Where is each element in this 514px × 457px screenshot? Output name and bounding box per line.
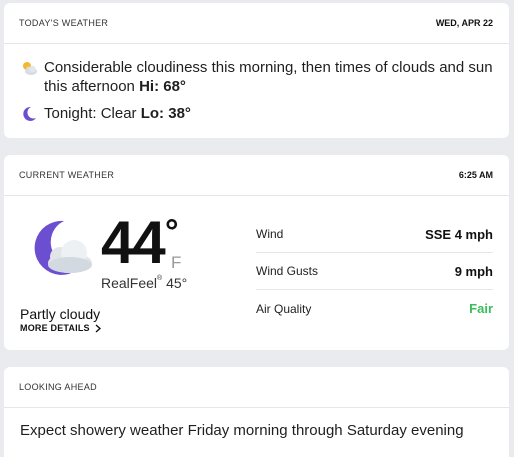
- todays-weather-card: TODAY'S WEATHER WED, APR 22 Considerable…: [4, 3, 509, 138]
- realfeel-trademark: ®: [157, 275, 163, 282]
- metric-wind: Wind SSE 4 mph: [256, 216, 493, 253]
- metric-value: SSE 4 mph: [425, 226, 493, 242]
- todays-weather-date: WED, APR 22: [435, 18, 493, 28]
- chevron-right-icon: [95, 323, 101, 333]
- todays-weather-header: TODAY'S WEATHER WED, APR 22: [4, 3, 509, 44]
- current-weather-title: CURRENT WEATHER: [19, 170, 115, 180]
- metric-label: Wind Gusts: [256, 264, 319, 278]
- metric-label: Air Quality: [256, 301, 312, 316]
- night-forecast: Tonight: Clear Lo: 38°: [20, 104, 191, 123]
- night-forecast-text: Tonight: Clear Lo: 38°: [44, 104, 191, 123]
- current-weather-card[interactable]: CURRENT WEATHER 6:25 AM 44 ° F RealFeel®…: [4, 155, 509, 350]
- night-low-temp: Lo: 38°: [140, 105, 191, 122]
- temperature-degree-symbol: °: [165, 213, 179, 251]
- night-forecast-description: Tonight: Clear: [44, 105, 137, 122]
- day-forecast: Considerable cloudiness this morning, th…: [20, 58, 500, 96]
- metric-air-quality: Air Quality Fair: [256, 290, 493, 327]
- looking-ahead-text: Expect showery weather Friday morning th…: [20, 422, 464, 439]
- realfeel-value: 45°: [166, 275, 188, 291]
- moon-with-cloud-icon: [34, 220, 92, 275]
- metric-label: Wind: [256, 227, 284, 241]
- weather-metrics: Wind SSE 4 mph Wind Gusts 9 mph Air Qual…: [256, 216, 493, 327]
- current-weather-header: CURRENT WEATHER 6:25 AM: [4, 155, 509, 196]
- partly-sunny-icon: [23, 62, 37, 75]
- todays-weather-title: TODAY'S WEATHER: [19, 18, 109, 28]
- air-quality-value: Fair: [469, 301, 493, 316]
- realfeel: RealFeel® 45°: [101, 275, 187, 291]
- looking-ahead-title: LOOKING AHEAD: [19, 382, 97, 392]
- crescent-moon-icon: [23, 106, 36, 121]
- realfeel-label: RealFeel: [101, 275, 158, 291]
- metric-value: 9 mph: [454, 263, 493, 279]
- current-weather-time: 6:25 AM: [458, 170, 493, 180]
- looking-ahead-header: LOOKING AHEAD: [4, 367, 509, 408]
- more-details-label: MORE DETAILS: [20, 323, 90, 333]
- day-high-temp: Hi: 68°: [139, 78, 186, 95]
- more-details-link[interactable]: MORE DETAILS: [20, 323, 101, 333]
- day-forecast-description: Considerable cloudiness this morning, th…: [44, 59, 493, 95]
- weather-condition: Partly cloudy: [20, 306, 101, 322]
- metric-wind-gusts: Wind Gusts 9 mph: [256, 253, 493, 290]
- temperature-unit: F: [171, 253, 182, 272]
- current-temperature: 44: [101, 209, 166, 276]
- day-forecast-text: Considerable cloudiness this morning, th…: [44, 58, 500, 96]
- looking-ahead-card[interactable]: LOOKING AHEAD Expect showery weather Fri…: [4, 367, 509, 457]
